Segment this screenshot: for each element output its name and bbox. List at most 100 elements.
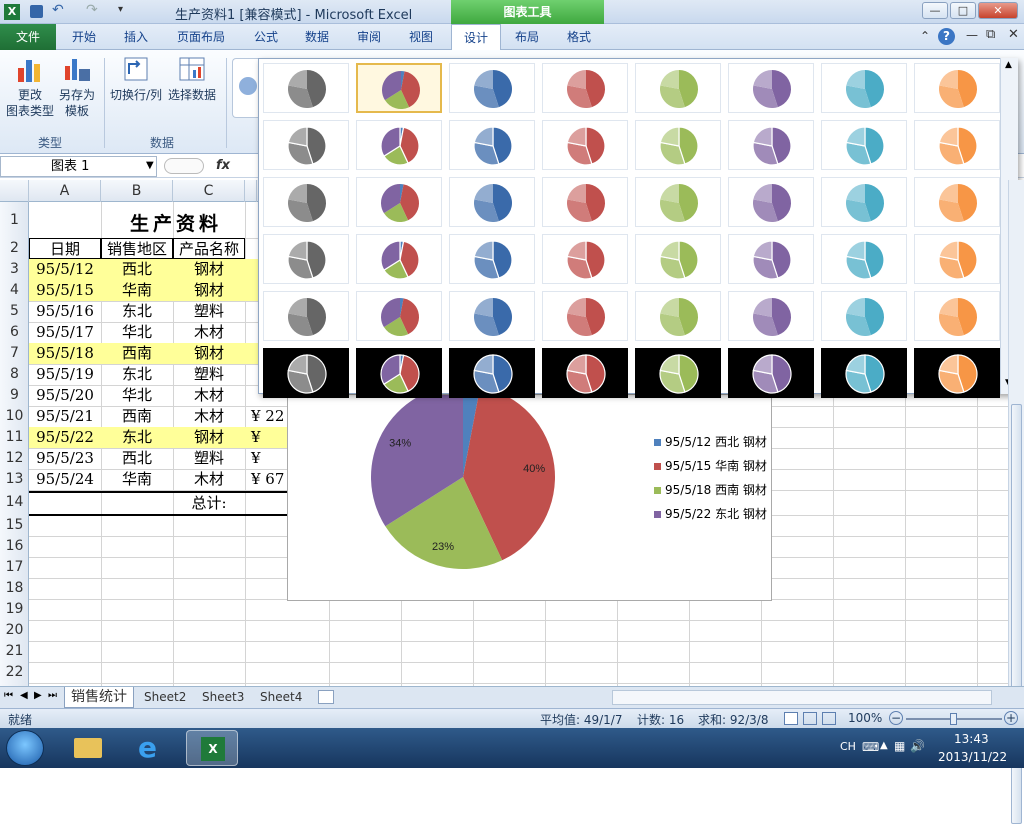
volume-icon[interactable]: 🔊 — [910, 739, 925, 753]
cell-amount[interactable]: ¥ 2,32 — [245, 448, 287, 469]
row-header[interactable]: 16 — [0, 536, 29, 557]
cell-product[interactable]: 塑料 — [173, 364, 245, 385]
cell-date[interactable]: 95/5/16 — [29, 301, 101, 322]
select-all-corner[interactable] — [0, 180, 29, 202]
legend-entry[interactable]: 95/5/15 华南 钢材 — [654, 457, 767, 474]
cell-date[interactable]: 95/5/23 — [29, 448, 101, 469]
cell-product[interactable]: 钢材 — [173, 427, 245, 448]
chart-style-thumbnail[interactable] — [542, 234, 628, 284]
formula-expand-icon[interactable] — [164, 158, 204, 174]
chart-style-thumbnail[interactable] — [821, 63, 907, 113]
cell-product[interactable]: 钢材 — [173, 259, 245, 280]
legend-entry[interactable]: 95/5/12 西北 钢材 — [654, 433, 767, 450]
cell-region[interactable]: 西南 — [101, 343, 173, 364]
save-icon[interactable] — [30, 5, 43, 18]
cell-product[interactable]: 木材 — [173, 385, 245, 406]
chart-style-thumbnail[interactable] — [356, 177, 442, 227]
workbook-restore-icon[interactable]: ⧉ — [986, 27, 995, 42]
row-header[interactable]: 17 — [0, 557, 29, 578]
sheet-nav-last-icon[interactable]: ⏭ — [48, 690, 57, 701]
vertical-scrollbar[interactable] — [1008, 180, 1024, 824]
chart-style-thumbnail[interactable] — [728, 63, 814, 113]
cell-product[interactable]: 钢材 — [173, 343, 245, 364]
chart-style-thumbnail[interactable] — [635, 234, 721, 284]
legend-entry[interactable]: 95/5/18 西南 钢材 — [654, 481, 767, 498]
total-label[interactable]: 总计: — [173, 493, 245, 514]
row-header[interactable]: 11 — [0, 427, 29, 448]
file-explorer-icon[interactable] — [62, 730, 114, 766]
normal-view-icon[interactable] — [784, 712, 798, 725]
cell-region[interactable]: 西南 — [101, 406, 173, 427]
tab-layout[interactable]: 布局 — [503, 24, 551, 50]
chart-style-thumbnail[interactable] — [914, 291, 1000, 341]
chart-style-thumbnail[interactable] — [728, 234, 814, 284]
chart-style-thumbnail[interactable] — [356, 348, 442, 398]
cell-date[interactable]: 95/5/20 — [29, 385, 101, 406]
start-button[interactable] — [6, 730, 44, 766]
chart-style-thumbnail[interactable] — [263, 63, 349, 113]
tray-expand-icon[interactable]: ▲ — [880, 740, 888, 751]
cell-date[interactable]: 95/5/21 — [29, 406, 101, 427]
tab-formulas[interactable]: 公式 — [242, 24, 290, 50]
sheet-tab-3[interactable]: Sheet3 — [196, 687, 250, 708]
row-header[interactable]: 4 — [0, 280, 29, 301]
cell-date[interactable]: 95/5/17 — [29, 322, 101, 343]
tab-page-layout[interactable]: 页面布局 — [165, 24, 237, 50]
chart-style-thumbnail[interactable] — [542, 348, 628, 398]
chart-style-thumbnail[interactable] — [728, 348, 814, 398]
cell-region[interactable]: 华南 — [101, 280, 173, 301]
row-header[interactable]: 1 — [0, 202, 29, 238]
zoom-slider-thumb[interactable] — [950, 713, 957, 725]
row-header[interactable]: 14 — [0, 490, 29, 515]
tab-design[interactable]: 设计 — [451, 24, 502, 51]
keyboard-icon[interactable]: ⌨ — [862, 740, 879, 754]
row-header[interactable]: 20 — [0, 620, 29, 641]
chart-style-thumbnail[interactable] — [914, 234, 1000, 284]
chart-style-thumbnail[interactable] — [263, 120, 349, 170]
cell-product[interactable]: 木材 — [173, 322, 245, 343]
row-header[interactable]: 19 — [0, 599, 29, 620]
sheet-nav-prev-icon[interactable]: ◀ — [20, 690, 28, 701]
cell-amount[interactable]: ¥ 22 — [245, 406, 287, 427]
sheet-nav-next-icon[interactable]: ▶ — [34, 690, 42, 701]
chart-style-thumbnail[interactable] — [635, 291, 721, 341]
row-header[interactable]: 18 — [0, 578, 29, 599]
cell-region[interactable]: 东北 — [101, 301, 173, 322]
chart-layout-preview[interactable] — [232, 58, 258, 118]
undo-icon[interactable]: ↶ — [52, 2, 64, 18]
chart-style-thumbnail[interactable] — [821, 348, 907, 398]
excel-taskbar-icon[interactable]: X — [186, 730, 238, 766]
chart-style-thumbnail[interactable] — [728, 291, 814, 341]
tab-home[interactable]: 开始 — [60, 24, 108, 50]
select-data-button[interactable]: 选择数据 — [166, 54, 218, 103]
help-icon[interactable]: ? — [938, 28, 955, 45]
row-header[interactable]: 10 — [0, 406, 29, 427]
column-header-d[interactable] — [245, 180, 257, 202]
row-header[interactable]: 5 — [0, 301, 29, 322]
header-product[interactable]: 产品名称 — [173, 238, 245, 259]
cell-region[interactable]: 华南 — [101, 469, 173, 490]
row-header[interactable]: 13 — [0, 469, 29, 490]
chart-style-thumbnail[interactable] — [449, 348, 535, 398]
zoom-level[interactable]: 100% — [848, 711, 882, 725]
row-header[interactable]: 8 — [0, 364, 29, 385]
clock-time[interactable]: 13:43 — [954, 732, 989, 746]
cell-product[interactable]: 木材 — [173, 469, 245, 490]
close-button[interactable]: ✕ — [978, 2, 1018, 19]
gallery-scroll-up-icon[interactable]: ▲ — [1005, 60, 1012, 70]
chart-style-thumbnail[interactable] — [635, 120, 721, 170]
switch-row-column-button[interactable]: 切换行/列 — [108, 54, 164, 103]
chart-style-thumbnail[interactable] — [449, 63, 535, 113]
row-header[interactable]: 21 — [0, 641, 29, 662]
chart-style-thumbnail[interactable] — [263, 177, 349, 227]
chart-style-thumbnail[interactable] — [356, 291, 442, 341]
cell-region[interactable]: 西北 — [101, 259, 173, 280]
chart-style-thumbnail[interactable] — [449, 120, 535, 170]
chart-style-thumbnail[interactable] — [821, 177, 907, 227]
input-language[interactable]: CH — [840, 740, 856, 753]
zoom-in-icon[interactable]: + — [1004, 711, 1018, 725]
cell-date[interactable]: 95/5/18 — [29, 343, 101, 364]
chart-style-gallery[interactable] — [258, 58, 1018, 398]
tab-review[interactable]: 审阅 — [345, 24, 393, 50]
page-break-view-icon[interactable] — [822, 712, 836, 725]
